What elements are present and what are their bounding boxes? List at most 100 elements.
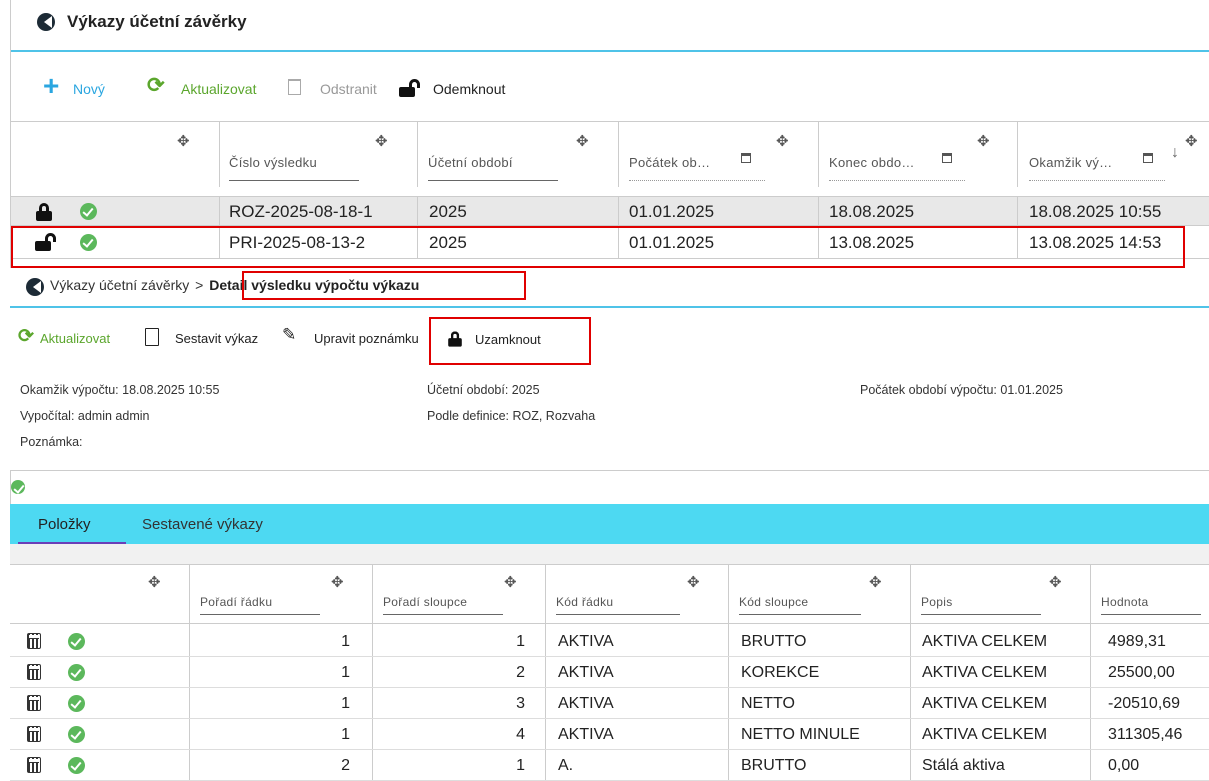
- table-row[interactable]: 1 1 AKTIVA BRUTTO AKTIVA CELKEM 4989,31: [10, 626, 1209, 657]
- cell-col-code: NETTO: [741, 695, 795, 712]
- drag-handle-icon[interactable]: ✥: [977, 134, 990, 149]
- ok-status-icon: [68, 726, 85, 743]
- cell-row-order: 1: [341, 633, 350, 650]
- col-header-value[interactable]: Hodnota: [1101, 595, 1148, 609]
- drag-handle-icon[interactable]: ✥: [1049, 575, 1062, 590]
- info-period: Účetní období: 2025: [427, 383, 540, 397]
- edit-note-button[interactable]: ✎ Upravit poznámku: [282, 325, 432, 350]
- status-strip: [10, 470, 1209, 504]
- ok-status-icon: [11, 480, 25, 494]
- calculator-icon[interactable]: [27, 695, 41, 711]
- cell-row-code: AKTIVA: [558, 695, 614, 712]
- sort-desc-icon[interactable]: ↓: [1171, 144, 1179, 162]
- cell-row-order: 1: [341, 695, 350, 712]
- highlight-row-box: [11, 226, 1185, 268]
- tab-items[interactable]: Položky: [18, 504, 126, 544]
- col-header-col-order[interactable]: Pořadí sloupce: [383, 595, 467, 609]
- cell-value: 0,00: [1108, 757, 1140, 774]
- grid-top-border: [11, 121, 1209, 122]
- cell-start: 01.01.2025: [629, 202, 715, 221]
- unlock-icon: [399, 79, 423, 97]
- drag-handle-icon[interactable]: ✥: [687, 575, 700, 590]
- unlock-label: Odemknout: [433, 81, 506, 97]
- info-calculated-by: Vypočítal: admin admin: [20, 409, 150, 423]
- tab-built-reports-label: Sestavené výkazy: [142, 516, 263, 533]
- app-logo-icon: [26, 278, 44, 296]
- ok-status-icon: [68, 664, 85, 681]
- col-header-row-order[interactable]: Pořadí řádku: [200, 595, 272, 609]
- build-report-button[interactable]: Sestavit výkaz: [145, 328, 273, 350]
- col-header-moment[interactable]: Okamžik vý…: [1029, 155, 1112, 170]
- cell-period: 2025: [429, 202, 467, 221]
- ok-status-icon: [68, 633, 85, 650]
- highlight-breadcrumb-box: [242, 271, 526, 300]
- delete-button[interactable]: Odstranit: [288, 78, 388, 100]
- build-report-label: Sestavit výkaz: [175, 331, 259, 346]
- col-header-description[interactable]: Popis: [921, 595, 953, 609]
- cell-description: AKTIVA CELKEM: [922, 633, 1048, 650]
- app-logo-icon: [37, 13, 55, 31]
- table-row[interactable]: 2 1 A. BRUTTO Stálá aktiva 0,00: [10, 750, 1209, 781]
- cell-row-order: 1: [341, 726, 350, 743]
- refresh-icon: ⟳: [147, 74, 165, 97]
- drag-handle-icon[interactable]: ✥: [869, 575, 882, 590]
- ok-status-icon: [68, 695, 85, 712]
- cell-value: -20510,69: [1108, 695, 1181, 712]
- drag-handle-icon[interactable]: ✥: [776, 134, 789, 149]
- col-header-end[interactable]: Konec obdo…: [829, 155, 915, 170]
- info-definition: Podle definice: ROZ, Rozvaha: [427, 409, 596, 423]
- drag-handle-icon[interactable]: ✥: [1185, 134, 1198, 149]
- plus-icon: +: [43, 70, 60, 101]
- table-row[interactable]: 1 4 AKTIVA NETTO MINULE AKTIVA CELKEM 311305,…: [10, 719, 1209, 750]
- drag-handle-icon[interactable]: ✥: [177, 134, 190, 149]
- new-button[interactable]: + Nový: [43, 72, 123, 100]
- col-header-col-code[interactable]: Kód sloupce: [739, 595, 808, 609]
- table-row[interactable]: 1 2 AKTIVA KOREKCE AKTIVA CELKEM 25500,00: [10, 657, 1209, 688]
- tab-built-reports[interactable]: Sestavené výkazy: [132, 504, 292, 544]
- unlock-button[interactable]: Odemknout: [397, 78, 537, 100]
- refresh-label: Aktualizovat: [181, 81, 257, 97]
- highlight-lock-box: [429, 317, 591, 365]
- tab-items-label: Položky: [38, 516, 91, 533]
- info-start: Počátek období výpočtu: 01.01.2025: [860, 383, 1063, 397]
- detail-title-divider: [10, 306, 1209, 308]
- calendar-icon[interactable]: [942, 153, 952, 163]
- cell-number: ROZ-2025-08-18-1: [229, 202, 373, 221]
- delete-label: Odstranit: [320, 81, 377, 97]
- new-label: Nový: [73, 81, 105, 97]
- cell-value: 25500,00: [1108, 664, 1175, 681]
- drag-handle-icon[interactable]: ✥: [504, 575, 517, 590]
- calculator-icon[interactable]: [27, 664, 41, 680]
- calendar-icon[interactable]: [741, 153, 751, 163]
- col-header-row-code[interactable]: Kód řádku: [556, 595, 613, 609]
- drag-handle-icon[interactable]: ✥: [148, 575, 161, 590]
- col-header-start[interactable]: Počátek ob…: [629, 155, 710, 170]
- cell-value: 311305,46: [1108, 726, 1183, 743]
- drag-handle-icon[interactable]: ✥: [375, 134, 388, 149]
- cell-end: 18.08.2025: [829, 202, 915, 221]
- grid-spacer: [10, 544, 1209, 564]
- ok-status-icon: [68, 757, 85, 774]
- col-header-period[interactable]: Účetní období: [428, 155, 513, 170]
- table-row[interactable]: 1 3 AKTIVA NETTO AKTIVA CELKEM -20510,69: [10, 688, 1209, 719]
- cell-row-order: 2: [341, 757, 350, 774]
- calculator-icon[interactable]: [27, 633, 41, 649]
- table-row[interactable]: ROZ-2025-08-18-1 2025 01.01.2025 18.08.2…: [11, 196, 1209, 227]
- title-divider: [11, 50, 1209, 52]
- pencil-icon: ✎: [282, 325, 297, 344]
- detail-refresh-button[interactable]: ⟳ Aktualizovat: [18, 327, 136, 350]
- calendar-icon[interactable]: [1143, 153, 1153, 163]
- col-header-number[interactable]: Číslo výsledku: [229, 155, 317, 170]
- page-title: Výkazy účetní závěrky: [67, 12, 247, 31]
- calculator-icon[interactable]: [27, 726, 41, 742]
- trash-icon: [288, 79, 301, 95]
- cell-moment: 18.08.2025 10:55: [1029, 202, 1162, 221]
- cell-col-code: KOREKCE: [741, 664, 820, 681]
- calculator-icon[interactable]: [27, 757, 41, 773]
- drag-handle-icon[interactable]: ✥: [331, 575, 344, 590]
- drag-handle-icon[interactable]: ✥: [576, 134, 589, 149]
- cell-col-order: 1: [516, 633, 525, 650]
- breadcrumb-parent[interactable]: Výkazy účetní závěrky: [50, 277, 189, 293]
- cell-row-order: 1: [341, 664, 350, 681]
- refresh-button[interactable]: ⟳ Aktualizovat: [147, 74, 277, 100]
